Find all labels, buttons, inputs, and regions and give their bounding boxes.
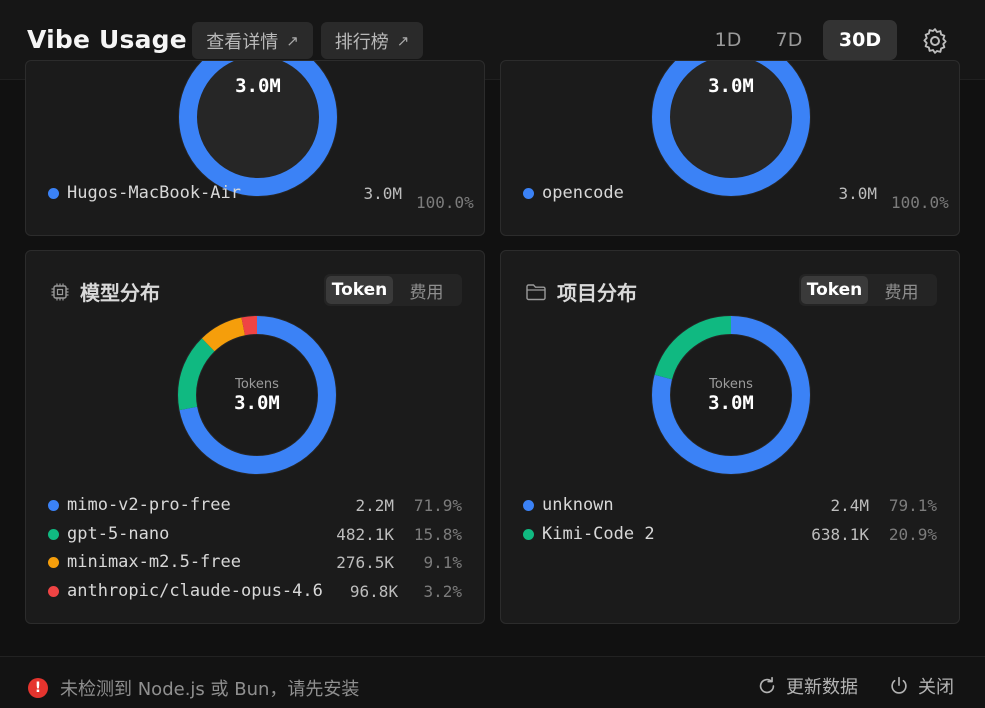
legend-item: opencode 3.0M 100.0% [523, 181, 949, 212]
model-panel-title-text: 模型分布 [80, 281, 160, 305]
toggle-cost[interactable]: 费用 [868, 276, 935, 304]
legend-value: 638.1K [811, 524, 869, 544]
legend-dot [48, 528, 59, 540]
legend-value: 3.0M [363, 183, 402, 203]
device-donut-value: 3.0M [235, 75, 281, 97]
legend-dot [523, 528, 534, 540]
project-metric-toggle: Token 费用 [799, 274, 937, 306]
device-distribution-panel: 3.0M Hugos-MacBook-Air 3.0M 100.0% [25, 60, 485, 236]
legend-percent: 100.0% [416, 193, 474, 212]
chip-icon [51, 283, 69, 300]
external-link-icon: ↗ [396, 31, 410, 50]
model-panel-title: 模型分布 [50, 277, 160, 306]
legend-item: Kimi-Code 2 638.1K 20.9% [523, 522, 937, 546]
settings-gear-icon[interactable] [920, 26, 950, 56]
legend-item: mimo-v2-pro-free 2.2M 71.9% [48, 493, 462, 517]
legend-dot [48, 187, 59, 199]
legend-percent: 100.0% [891, 193, 949, 212]
donut-value: 3.0M [708, 392, 754, 414]
refresh-data-label: 更新数据 [786, 677, 858, 698]
view-details-label: 查看详情 [206, 31, 279, 53]
status-footer: ! 未检测到 Node.js 或 Bun，请先安装 更新数据 关闭 [0, 656, 985, 708]
app-title: Vibe Usage [27, 25, 187, 54]
legend-value: 96.8K [349, 581, 399, 601]
model-donut-center: Tokens 3.0M [173, 377, 341, 414]
legend-item: minimax-m2.5-free 276.5K 9.1% [48, 550, 462, 574]
legend-dot [48, 585, 59, 597]
toggle-token[interactable]: Token [801, 276, 868, 304]
toggle-cost[interactable]: 费用 [393, 276, 460, 304]
error-icon: ! [28, 678, 48, 698]
model-distribution-panel: 模型分布 Token 费用 Tokens 3.0M mimo-v2-pro-fr… [25, 250, 485, 624]
refresh-data-button[interactable]: 更新数据 [756, 673, 858, 699]
legend-value: 482.1K [336, 524, 394, 544]
view-details-button[interactable]: 查看详情 ↗ [192, 22, 313, 59]
power-icon [891, 676, 907, 694]
donut-label: Tokens [709, 377, 753, 392]
legend-percent: 79.1% [888, 495, 937, 515]
legend-percent: 3.2% [423, 581, 462, 601]
ranking-button[interactable]: 排行榜 ↗ [321, 22, 423, 59]
legend-value: 2.2M [355, 495, 394, 515]
legend-dot [48, 556, 59, 568]
legend-item: anthropic/claude-opus-4.6 96.8K 3.2% [48, 579, 462, 603]
legend-percent: 20.9% [888, 524, 937, 544]
legend-dot [523, 187, 534, 199]
legend-name: Hugos-MacBook-Air [67, 183, 241, 203]
donut-label: Tokens [235, 377, 279, 392]
external-link-icon: ↗ [286, 31, 299, 50]
close-button[interactable]: 关闭 [888, 673, 954, 699]
project-panel-title: 项目分布 [525, 277, 637, 306]
legend-percent: 71.9% [413, 495, 462, 515]
donut-value: 3.0M [234, 392, 280, 414]
legend-name: anthropic/claude-opus-4.6 [67, 581, 323, 601]
legend-value: 3.0M [838, 183, 877, 203]
legend-item: unknown 2.4M 79.1% [523, 493, 937, 517]
project-distribution-panel: 项目分布 Token 费用 Tokens 3.0M unknown 2.4M 7… [500, 250, 960, 624]
runtime-warning-text: 未检测到 Node.js 或 Bun，请先安装 [60, 679, 360, 700]
legend-percent: 9.1% [423, 552, 462, 572]
legend-percent: 15.8% [413, 524, 462, 544]
runtime-warning: ! 未检测到 Node.js 或 Bun，请先安装 [28, 675, 359, 701]
range-tab-1d[interactable]: 1D [705, 20, 751, 60]
folder-icon [526, 283, 546, 300]
model-metric-toggle: Token 费用 [324, 274, 462, 306]
legend-name: unknown [542, 495, 614, 515]
toggle-token[interactable]: Token [326, 276, 393, 304]
range-tab-7d[interactable]: 7D [765, 20, 813, 60]
legend-value: 276.5K [336, 552, 394, 572]
tool-donut-value: 3.0M [708, 75, 754, 97]
legend-value: 2.4M [830, 495, 869, 515]
legend-item: Hugos-MacBook-Air 3.0M 100.0% [48, 181, 474, 212]
ranking-label: 排行榜 [334, 31, 389, 53]
legend-dot [48, 499, 59, 511]
tool-distribution-panel: 3.0M opencode 3.0M 100.0% [500, 60, 960, 236]
project-donut-center: Tokens 3.0M [647, 377, 815, 414]
legend-dot [523, 499, 534, 511]
legend-item: gpt-5-nano 482.1K 15.8% [48, 522, 462, 546]
legend-name: opencode [542, 183, 624, 203]
legend-name: minimax-m2.5-free [67, 552, 241, 572]
legend-name: gpt-5-nano [67, 524, 170, 544]
legend-name: Kimi-Code 2 [542, 524, 655, 544]
project-panel-title-text: 项目分布 [557, 281, 637, 305]
close-label: 关闭 [918, 677, 954, 698]
range-tab-30d[interactable]: 30D [823, 20, 897, 60]
refresh-icon [759, 676, 775, 694]
legend-name: mimo-v2-pro-free [67, 495, 231, 515]
